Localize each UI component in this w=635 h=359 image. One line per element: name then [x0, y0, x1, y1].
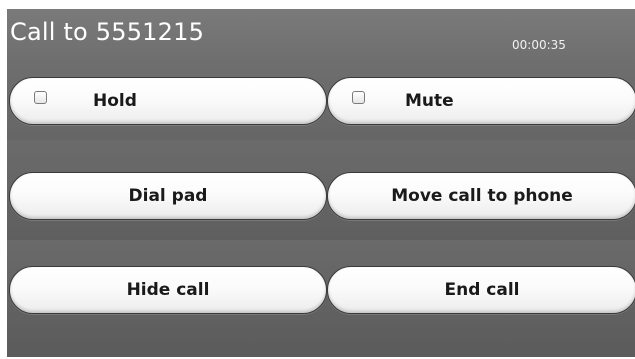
move-call-to-phone-button[interactable]: Move call to phone — [327, 172, 635, 220]
move-call-label: Move call to phone — [391, 186, 573, 206]
end-call-button[interactable]: End call — [327, 266, 635, 314]
call-screen: Call to 5551215 00:00:35 Hold Mute Dial … — [7, 9, 635, 357]
hold-button[interactable]: Hold — [9, 77, 327, 125]
end-call-label: End call — [444, 280, 520, 300]
call-title: Call to 5551215 — [10, 18, 205, 46]
hide-call-label: Hide call — [126, 280, 210, 300]
dial-pad-button[interactable]: Dial pad — [9, 172, 327, 220]
mute-button[interactable]: Mute — [327, 77, 635, 125]
mute-label: Mute — [405, 91, 454, 111]
call-timer: 00:00:35 — [512, 38, 566, 52]
dial-pad-label: Dial pad — [128, 186, 208, 206]
hold-label: Hold — [93, 91, 137, 111]
hide-call-button[interactable]: Hide call — [9, 266, 327, 314]
